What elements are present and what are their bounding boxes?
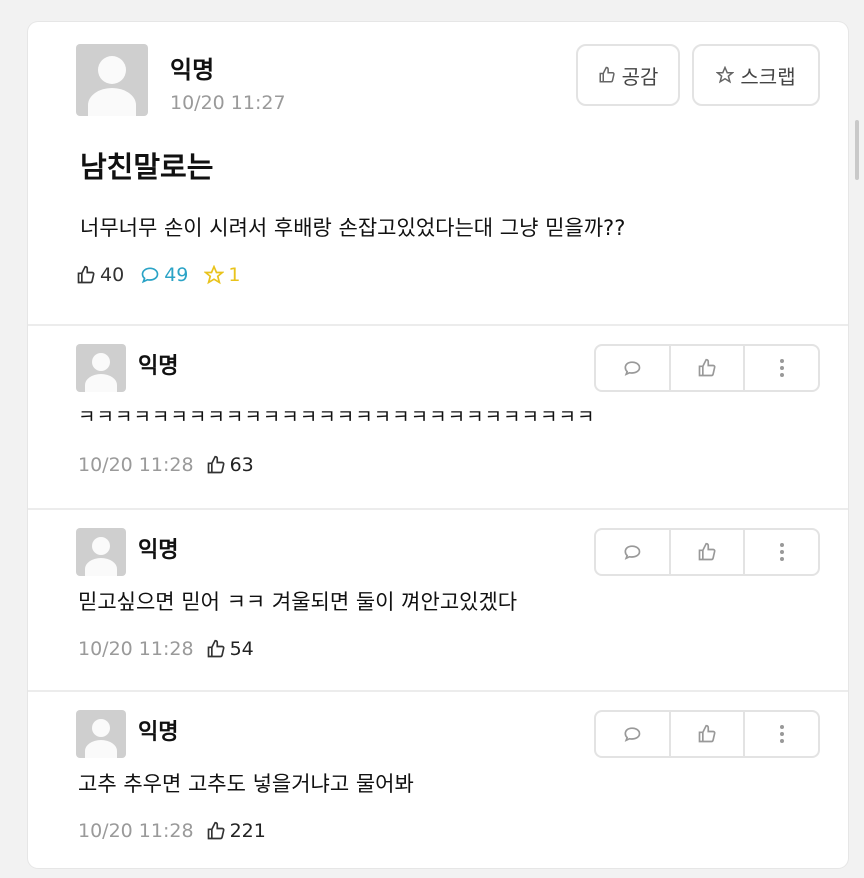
comment-time: 10/20 11:28 — [78, 820, 194, 842]
reply-button[interactable] — [596, 712, 669, 756]
reply-button[interactable] — [596, 346, 669, 390]
comment-author: 익명 — [138, 354, 179, 379]
scrollbar-thumb[interactable] — [855, 120, 859, 180]
comment-meta: 10/20 11:28 221 — [78, 820, 266, 842]
comment-like-button[interactable] — [668, 530, 744, 574]
comment-like-button[interactable] — [668, 346, 744, 390]
thumbs-up-icon — [599, 66, 615, 83]
comment-like-button[interactable] — [668, 712, 744, 756]
post-time: 10/20 11:27 — [170, 92, 286, 114]
comment-author: 익명 — [138, 720, 179, 745]
speech-bubble-icon — [141, 267, 159, 284]
thumbs-up-icon — [77, 265, 95, 284]
more-button[interactable] — [743, 712, 818, 756]
like-button-label: 공감 — [621, 64, 659, 89]
scrap-button[interactable]: 스크랩 — [692, 44, 820, 106]
thumbs-up-icon — [698, 542, 716, 561]
vertical-dots-icon — [779, 359, 784, 377]
comment-item: 익명 믿고싶으면 믿어 ㅋㅋ 겨울되면 둘이 껴안고있겠다 10/20 11:2… — [28, 510, 848, 692]
comment-actions — [594, 710, 820, 758]
post-title: 남친말로는 — [80, 150, 214, 184]
comment-actions — [594, 528, 820, 576]
comment-item: 익명 ㅋㅋㅋㅋㅋㅋㅋㅋㅋㅋㅋㅋㅋㅋㅋㅋㅋㅋㅋㅋㅋㅋㅋㅋㅋㅋㅋㅋ 10/20 11… — [28, 326, 848, 508]
thumbs-up-icon — [698, 724, 716, 743]
more-button[interactable] — [743, 346, 818, 390]
comment-meta: 10/20 11:28 54 — [78, 638, 254, 660]
post-author: 익명 — [170, 56, 215, 84]
thumbs-up-icon — [698, 358, 716, 377]
thumbs-up-icon — [207, 821, 225, 840]
comment-avatar — [76, 528, 126, 576]
speech-bubble-icon — [624, 545, 641, 560]
scrap-button-label: 스크랩 — [740, 64, 796, 89]
comment-like-count: 221 — [206, 820, 266, 842]
comment-time: 10/20 11:28 — [78, 638, 194, 660]
comment-text: 믿고싶으면 믿어 ㅋㅋ 겨울되면 둘이 껴안고있겠다 — [78, 590, 518, 614]
vertical-dots-icon — [779, 543, 784, 561]
comment-text: ㅋㅋㅋㅋㅋㅋㅋㅋㅋㅋㅋㅋㅋㅋㅋㅋㅋㅋㅋㅋㅋㅋㅋㅋㅋㅋㅋㅋ — [78, 406, 596, 428]
vertical-dots-icon — [779, 725, 784, 743]
star-icon — [204, 265, 225, 285]
thumbs-up-icon — [207, 639, 225, 658]
more-button[interactable] — [743, 530, 818, 574]
post-like-count: 40 — [76, 264, 124, 286]
star-icon — [716, 66, 735, 84]
comment-avatar — [76, 344, 126, 392]
post-body: 너무너무 손이 시려서 후배랑 손잡고있었다는대 그냥 믿을까?? — [80, 216, 626, 240]
post-stats: 40 49 1 — [76, 264, 256, 286]
speech-bubble-icon — [624, 727, 641, 742]
comment-author: 익명 — [138, 538, 179, 563]
comment-time: 10/20 11:28 — [78, 454, 194, 476]
speech-bubble-icon — [624, 361, 641, 376]
post-avatar — [76, 44, 148, 116]
post-scrap-count: 1 — [204, 264, 240, 286]
comment-like-count: 63 — [206, 454, 254, 476]
comment-like-count: 54 — [206, 638, 254, 660]
comment-actions — [594, 344, 820, 392]
comment-avatar — [76, 710, 126, 758]
post-card: 익명 10/20 11:27 공감 스크랩 남친말로는 너무너무 손이 시려서 … — [28, 22, 848, 868]
thumbs-up-icon — [207, 455, 225, 474]
comment-text: 고추 추우면 고추도 넣을거냐고 물어봐 — [78, 772, 414, 796]
comment-meta: 10/20 11:28 63 — [78, 454, 254, 476]
comment-item: 익명 고추 추우면 고추도 넣을거냐고 물어봐 10/20 11:28 221 — [28, 692, 848, 868]
reply-button[interactable] — [596, 530, 669, 574]
post-comment-count: 49 — [140, 264, 188, 286]
like-button[interactable]: 공감 — [576, 44, 680, 106]
